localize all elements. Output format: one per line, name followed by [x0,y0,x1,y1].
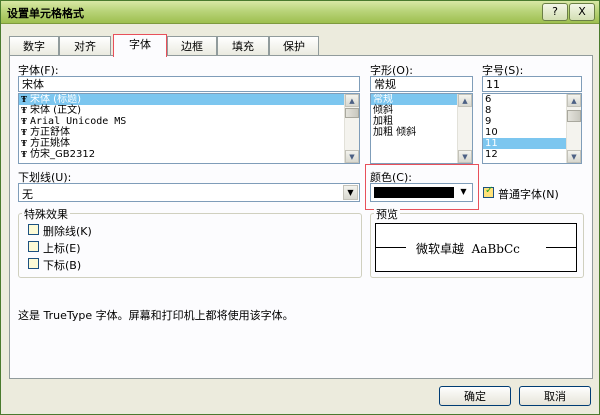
cancel-button[interactable]: 取消 [519,386,591,406]
preview-sample: 微软卓越 AaBbCc [416,242,520,256]
tab-number[interactable]: 数字 [9,36,59,56]
size-list-scrollbar[interactable]: ▲ ▼ [566,94,581,163]
size-input[interactable]: 11 [482,76,582,92]
tab-fill[interactable]: 填充 [217,36,269,56]
underline-select[interactable]: 无 ▼ [18,183,360,202]
style-list[interactable]: 常规 倾斜 加粗 加粗 倾斜 ▲ ▼ [370,93,473,164]
effects-title: 特殊效果 [22,206,70,222]
scroll-down-icon[interactable]: ▼ [458,150,472,163]
scroll-up-icon[interactable]: ▲ [458,94,472,107]
size-list[interactable]: 6 8 9 10 11 12 ▲ ▼ [482,93,582,164]
list-item[interactable]: Ŧ 宋体 (标题) [19,94,359,105]
list-item[interactable]: Ŧ 方正舒体 [19,127,359,138]
truetype-icon: Ŧ [21,105,27,115]
font-list[interactable]: Ŧ 宋体 (标题) Ŧ 宋体 (正文) Ŧ Arial Unicode MS Ŧ 方正舒… [18,93,360,164]
color-swatch [374,187,454,198]
info-text: 这是 TrueType 字体。屏幕和打印机上都将使用该字体。 [18,309,294,322]
scroll-thumb[interactable] [345,108,359,118]
preview-box: 微软卓越 AaBbCc [375,223,577,272]
truetype-icon: Ŧ [21,127,27,137]
help-button[interactable]: ? [542,3,568,21]
truetype-icon: Ŧ [21,94,27,104]
ok-button[interactable]: 确定 [439,386,511,406]
normal-font-label: 普通字体(N) [498,188,559,201]
scroll-down-icon[interactable]: ▼ [345,150,359,163]
format-cells-dialog: 设置单元格格式 ? X 数字 对齐 字体 边框 填充 保护 字体(F): 宋体 … [0,0,600,415]
list-item[interactable]: Ŧ 方正姚体 [19,138,359,149]
list-item[interactable]: Ŧ 仿宋_GB2312 [19,149,359,160]
chevron-down-icon[interactable]: ▼ [456,185,471,200]
tab-alignment[interactable]: 对齐 [59,36,111,56]
font-list-scrollbar[interactable]: ▲ ▼ [344,94,359,163]
chevron-down-icon[interactable]: ▼ [343,185,358,200]
subscript-checkbox[interactable] [28,258,39,269]
check-icon: ✓ [485,185,494,196]
style-list-scrollbar[interactable]: ▲ ▼ [457,94,472,163]
normal-font-checkbox[interactable]: ✓ [483,185,494,198]
scroll-thumb[interactable] [567,110,581,122]
underline-value: 无 [22,188,33,201]
strikethrough-label: 删除线(K) [43,225,92,238]
scroll-up-icon[interactable]: ▲ [345,94,359,107]
preview-line-right [546,247,576,248]
color-select[interactable]: ▼ [370,183,473,202]
list-item[interactable]: Ŧ Arial Unicode MS [19,116,359,127]
strikethrough-checkbox[interactable] [28,224,39,235]
tab-protection[interactable]: 保护 [269,36,319,56]
scroll-down-icon[interactable]: ▼ [567,150,581,163]
preview-line-left [376,247,406,248]
tab-font[interactable]: 字体 [113,34,167,57]
truetype-icon: Ŧ [21,116,27,126]
title-bar[interactable]: 设置单元格格式 ? X [1,1,599,24]
scroll-up-icon[interactable]: ▲ [567,94,581,107]
window-title: 设置单元格格式 [7,7,84,20]
list-item[interactable]: Ŧ 宋体 (正文) [19,105,359,116]
tab-border[interactable]: 边框 [167,36,217,56]
subscript-label: 下标(B) [43,259,82,272]
superscript-label: 上标(E) [43,242,81,255]
superscript-checkbox[interactable] [28,241,39,252]
font-input[interactable]: 宋体 [18,76,360,92]
close-icon: X [578,5,586,18]
truetype-icon: Ŧ [21,138,27,148]
help-icon: ? [552,5,558,18]
truetype-icon: Ŧ [21,149,27,159]
font-tab-panel: 字体(F): 宋体 Ŧ 宋体 (标题) Ŧ 宋体 (正文) Ŧ Arial Unico… [9,55,593,379]
style-input[interactable]: 常规 [370,76,473,92]
close-button[interactable]: X [569,3,595,21]
preview-title: 预览 [374,206,400,222]
